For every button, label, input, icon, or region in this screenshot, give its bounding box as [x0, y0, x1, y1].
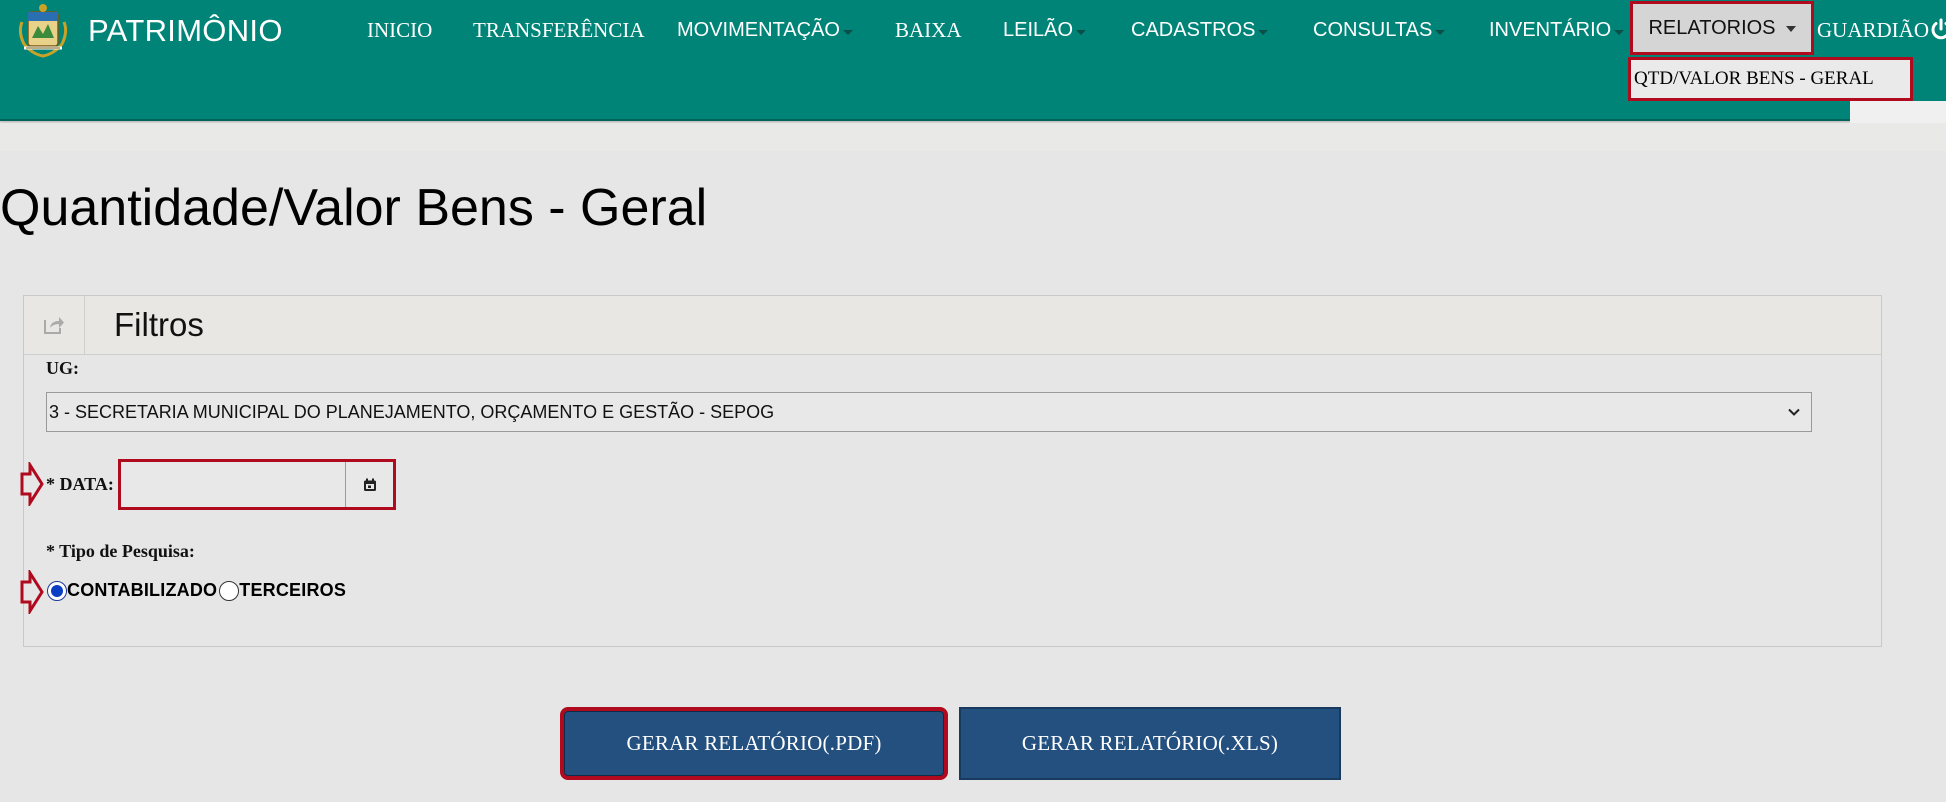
nav-leilao-label: LEILÃO [1003, 19, 1074, 41]
caret-down-icon [842, 29, 853, 35]
dropdown-item-qtd-valor-bens-geral[interactable]: QTD/VALOR BENS - GERAL [1628, 57, 1913, 101]
page-title: Quantidade/Valor Bens - Geral [0, 179, 708, 237]
date-picker-button[interactable] [345, 462, 393, 507]
collapse-panel-button[interactable] [24, 296, 85, 354]
nav-consultas[interactable]: CONSULTAS [1313, 19, 1446, 42]
user-menu[interactable]: GUARDIÃO [1817, 18, 1929, 43]
date-input[interactable] [121, 462, 345, 507]
nav-transferencia[interactable]: TRANSFERÊNCIA [473, 18, 645, 43]
power-icon[interactable] [1929, 18, 1946, 42]
nav-inicio-label: INICIO [367, 18, 433, 42]
search-type-options: CONTABILIZADO TERCEIROS [47, 580, 346, 601]
user-name: GUARDIÃO [1817, 18, 1929, 42]
filters-panel-header: Filtros [24, 296, 1881, 355]
brand[interactable]: PATRIMÔNIO [14, 2, 283, 58]
generate-xls-label: GERAR RELATÓRIO(.XLS) [1021, 731, 1279, 755]
city-crest-logo [18, 4, 68, 58]
ug-select[interactable]: 3 - SECRETARIA MUNICIPAL DO PLANEJAMENTO… [46, 392, 1812, 432]
nav-consultas-label: CONSULTAS [1313, 19, 1433, 41]
brand-name: PATRIMÔNIO [88, 13, 283, 48]
nav-inventario[interactable]: INVENTÁRIO [1489, 19, 1625, 42]
nav-inventario-label: INVENTÁRIO [1489, 19, 1612, 41]
chevron-down-icon [1788, 408, 1800, 416]
radio-contabilizado[interactable] [47, 580, 67, 601]
nav-relatorios-label: RELATORIOS [1648, 16, 1776, 39]
caret-down-icon [1258, 29, 1269, 35]
generate-pdf-button[interactable]: GERAR RELATÓRIO(.PDF) [560, 707, 948, 780]
caret-down-icon [1785, 26, 1796, 32]
nav-transferencia-label: TRANSFERÊNCIA [473, 18, 645, 42]
nav-cadastros[interactable]: CADASTROS [1131, 19, 1269, 42]
nav-baixa-label: BAIXA [895, 18, 962, 42]
dropdown-shadow [1850, 101, 1946, 123]
dropdown-item-label: QTD/VALOR BENS - GERAL [1634, 68, 1874, 89]
ug-select-value: 3 - SECRETARIA MUNICIPAL DO PLANEJAMENTO… [49, 401, 775, 422]
nav-relatorios[interactable]: RELATORIOS [1630, 1, 1814, 55]
date-label: * DATA: [46, 474, 114, 494]
calendar-icon [363, 478, 376, 491]
highlight-arrow-icon [20, 570, 44, 614]
filters-title: Filtros [114, 306, 204, 343]
nav-movimentacao[interactable]: MOVIMENTAÇÃO [677, 19, 853, 42]
ug-label: UG: [46, 358, 79, 378]
radio-terceiros-label: TERCEIROS [239, 580, 347, 600]
date-field [118, 459, 396, 510]
caret-down-icon [1076, 29, 1087, 35]
nav-movimentacao-label: MOVIMENTAÇÃO [677, 19, 840, 41]
nav-cadastros-label: CADASTROS [1131, 19, 1256, 41]
radio-terceiros[interactable] [219, 580, 240, 601]
generate-pdf-label: GERAR RELATÓRIO(.PDF) [626, 731, 882, 755]
generate-xls-button[interactable]: GERAR RELATÓRIO(.XLS) [959, 707, 1341, 780]
share-icon [44, 317, 64, 334]
highlight-arrow-icon [20, 462, 44, 506]
radio-contabilizado-label: CONTABILIZADO [67, 580, 218, 600]
search-type-label: * Tipo de Pesquisa: [46, 541, 195, 561]
caret-down-icon [1435, 29, 1446, 35]
nav-leilao[interactable]: LEILÃO [1003, 19, 1087, 42]
nav-baixa[interactable]: BAIXA [895, 18, 962, 43]
caret-down-icon [1614, 29, 1625, 35]
header-divider [0, 123, 1946, 151]
nav-inicio[interactable]: INICIO [367, 18, 432, 43]
